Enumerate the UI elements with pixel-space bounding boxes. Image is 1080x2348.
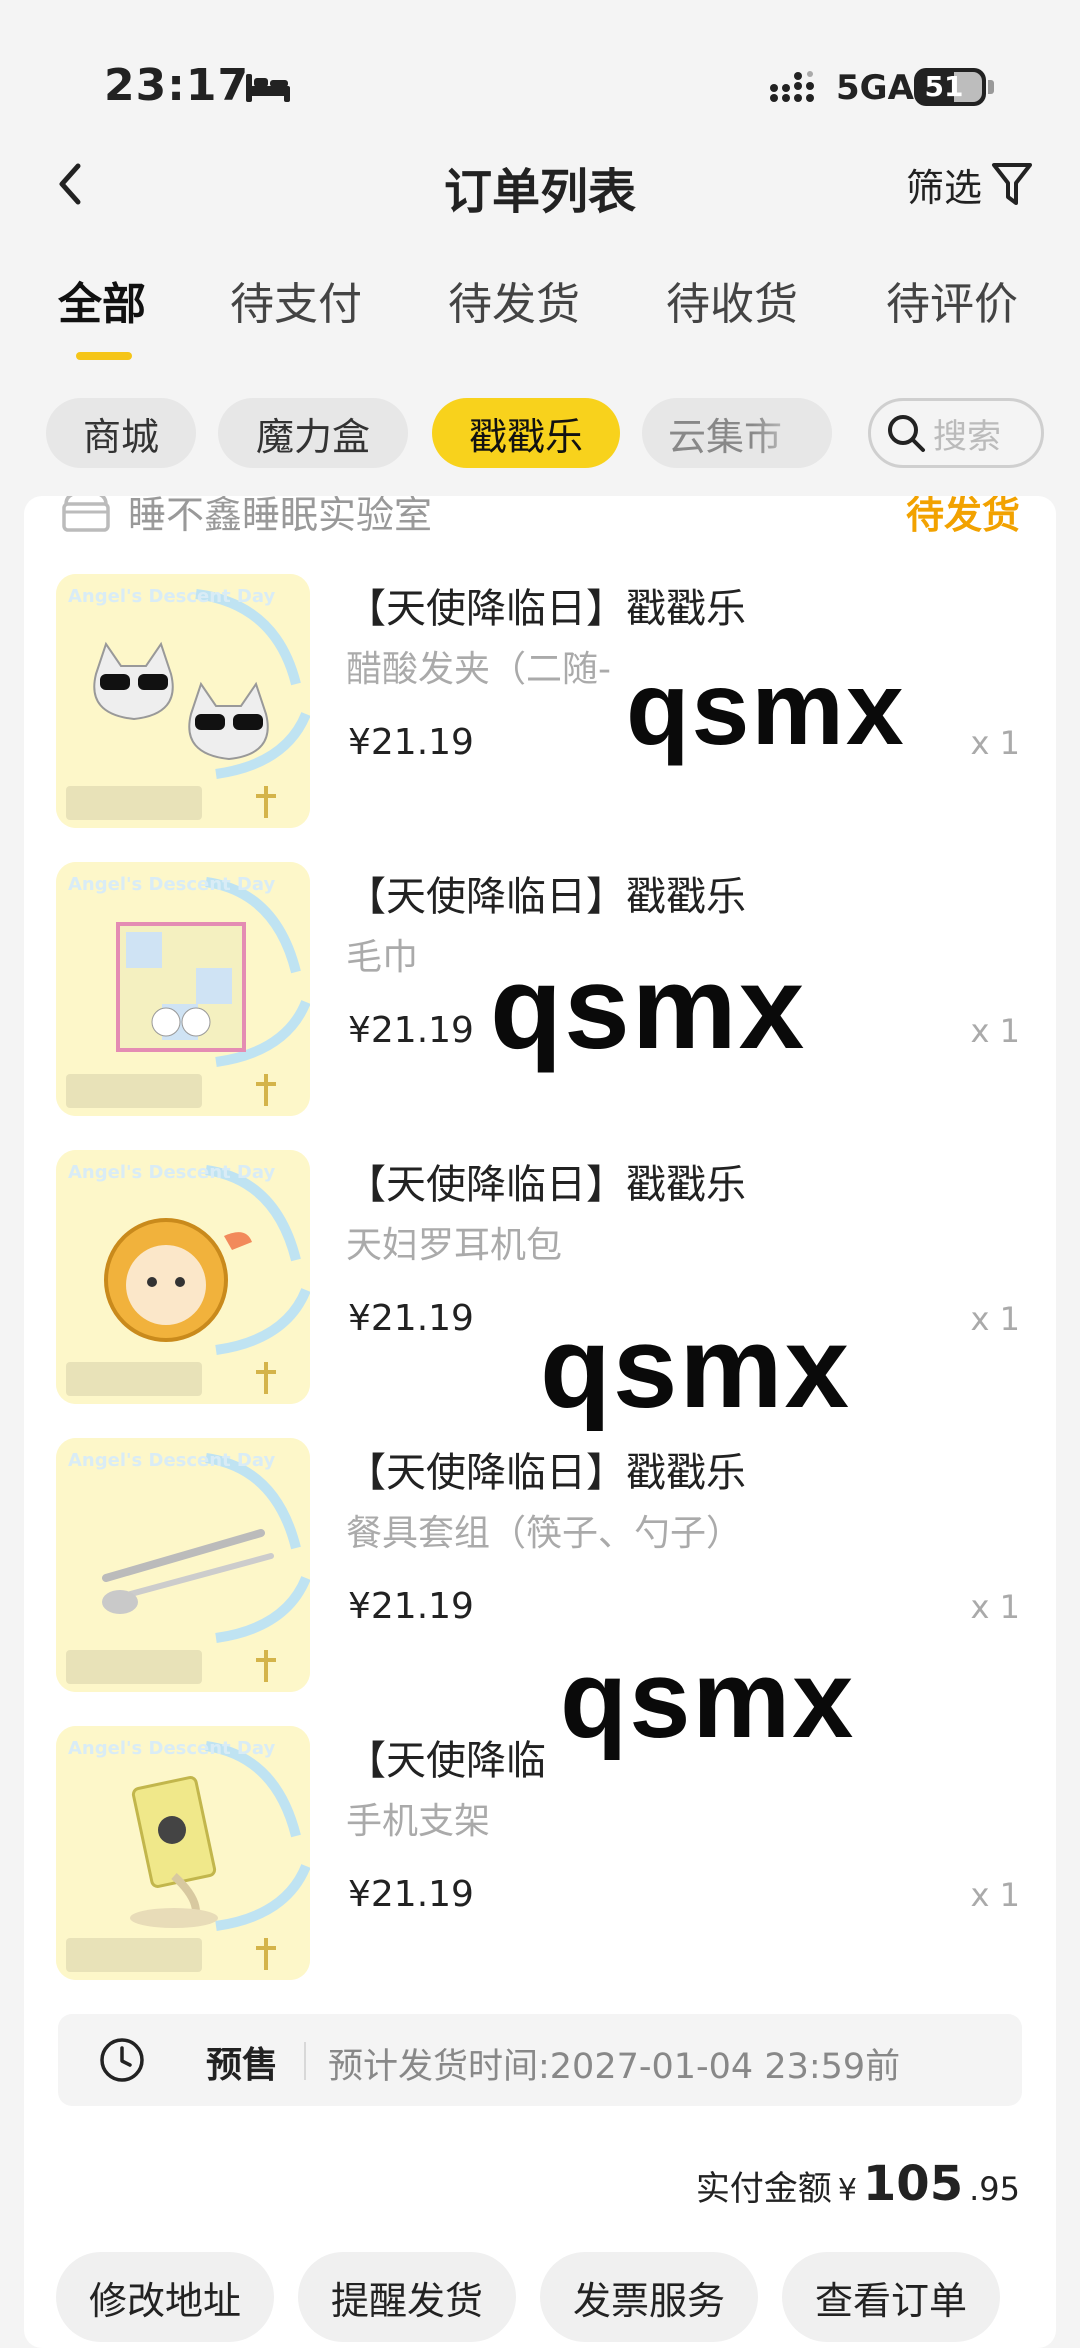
chip-mall[interactable]: 商城 xyxy=(46,398,196,468)
order-status: 待发货 xyxy=(905,496,1020,537)
thumb-caption: Angel's Descent Day xyxy=(68,1450,275,1471)
item-quantity: x 1 xyxy=(970,724,1020,762)
chip-magic-box[interactable]: 魔力盒 xyxy=(218,398,408,468)
estimated-ship-time: 预计发货时间:2027-01-04 23:59前 xyxy=(328,2047,901,2087)
item-spec: 餐具套组（筷子、勺子） xyxy=(346,1513,743,1554)
tab-pending-review[interactable]: 待评价 xyxy=(886,268,1018,332)
watermark: qsmx xyxy=(626,651,906,767)
order-item[interactable]: Angel's Descent Day 【天使降临 手机支架 ¥21.19 x … xyxy=(24,1726,1056,1984)
signal-icon xyxy=(770,71,814,102)
view-order-button[interactable]: 查看订单 xyxy=(782,2252,1000,2342)
status-bar: 23:17 5GA 51 xyxy=(0,0,1080,130)
total-currency: ¥ xyxy=(837,2173,857,2208)
divider xyxy=(304,2042,306,2080)
order-tabs: 全部 待支付 待发货 待收货 待评价 xyxy=(0,268,1080,368)
status-time: 23:17 xyxy=(104,60,250,111)
presale-label: 预售 xyxy=(206,2045,279,2086)
tab-pending-shipment[interactable]: 待发货 xyxy=(448,268,580,332)
watermark: qsmx xyxy=(490,942,807,1074)
nav-bar: 订单列表 筛选 xyxy=(0,130,1080,238)
battery-icon: 51 xyxy=(914,68,994,106)
bed-icon xyxy=(246,74,290,102)
remind-shipment-button[interactable]: 提醒发货 xyxy=(298,2252,516,2342)
item-price: ¥21.19 xyxy=(348,1298,474,1339)
tab-pending-receipt[interactable]: 待收货 xyxy=(666,268,798,332)
thumb-caption: Angel's Descent Day xyxy=(68,1162,275,1183)
chip-cloud-market[interactable]: 云集市 xyxy=(642,398,832,468)
item-spec: 醋酸发夹（二随- xyxy=(346,649,611,690)
item-spec: 天妇罗耳机包 xyxy=(346,1225,563,1266)
watermark: qsmx xyxy=(540,1302,852,1432)
item-price: ¥21.19 xyxy=(348,1010,474,1051)
item-title: 【天使降临日】戳戳乐 xyxy=(346,586,746,632)
order-total: 实付金额 ¥ 105.95 xyxy=(696,2156,1020,2216)
store-row[interactable]: 睡不鑫睡眠实验室 待发货 xyxy=(24,496,1056,540)
chip-poke[interactable]: 戳戳乐 xyxy=(432,398,620,468)
product-thumbnail: Angel's Descent Day xyxy=(56,1150,310,1404)
thumb-caption: Angel's Descent Day xyxy=(68,586,275,607)
thumb-caption: Angel's Descent Day xyxy=(68,874,275,895)
invoice-service-button[interactable]: 发票服务 xyxy=(540,2252,758,2342)
search-input[interactable]: 搜索 xyxy=(868,398,1044,468)
total-integer: 105 xyxy=(862,2156,964,2212)
search-placeholder: 搜索 xyxy=(933,416,1001,457)
item-spec: 手机支架 xyxy=(346,1801,491,1842)
category-chips: 商城 魔力盒 戳戳乐 云集市 搜索 xyxy=(0,398,1080,472)
presale-info: 预售 预计发货时间:2027-01-04 23:59前 xyxy=(58,2014,1022,2106)
item-quantity: x 1 xyxy=(970,1876,1020,1914)
item-price: ¥21.19 xyxy=(348,1586,474,1627)
modify-address-button[interactable]: 修改地址 xyxy=(56,2252,274,2342)
item-quantity: x 1 xyxy=(970,1012,1020,1050)
product-thumbnail: Angel's Descent Day xyxy=(56,862,310,1116)
item-title: 【天使降临 xyxy=(346,1738,546,1784)
filter-button[interactable]: 筛选 xyxy=(906,152,1034,216)
battery-level: 51 xyxy=(924,70,964,103)
product-thumbnail: Angel's Descent Day xyxy=(56,574,310,828)
search-icon xyxy=(888,415,925,452)
item-title: 【天使降临日】戳戳乐 xyxy=(346,874,746,920)
active-tab-indicator xyxy=(76,352,132,360)
item-title: 【天使降临日】戳戳乐 xyxy=(346,1450,746,1496)
network-type: 5GA xyxy=(836,68,914,108)
item-quantity: x 1 xyxy=(970,1300,1020,1338)
filter-label: 筛选 xyxy=(905,165,982,210)
store-name: 睡不鑫睡眠实验室 xyxy=(128,496,433,537)
order-item[interactable]: Angel's Descent Day 【天使降临日】戳戳乐 餐具套组（筷子、勺… xyxy=(24,1438,1056,1696)
item-price: ¥21.19 xyxy=(348,1874,474,1915)
tab-pending-payment[interactable]: 待支付 xyxy=(230,268,362,332)
item-spec: 毛巾 xyxy=(346,937,419,978)
filter-icon xyxy=(992,163,1032,205)
chip-cloud-market-label: 云集市 xyxy=(667,414,782,459)
product-thumbnail: Angel's Descent Day xyxy=(56,1438,310,1692)
total-label: 实付金额 xyxy=(695,2169,832,2209)
product-thumbnail: Angel's Descent Day xyxy=(56,1726,310,1980)
thumb-caption: Angel's Descent Day xyxy=(68,1738,275,1759)
item-title: 【天使降临日】戳戳乐 xyxy=(346,1162,746,1208)
clock-icon xyxy=(100,2038,144,2082)
item-price: ¥21.19 xyxy=(348,722,474,763)
total-decimal: .95 xyxy=(969,2170,1020,2208)
tab-all[interactable]: 全部 xyxy=(58,268,146,332)
watermark: qsmx xyxy=(560,1638,856,1761)
item-quantity: x 1 xyxy=(970,1588,1020,1626)
store-icon xyxy=(62,496,110,532)
